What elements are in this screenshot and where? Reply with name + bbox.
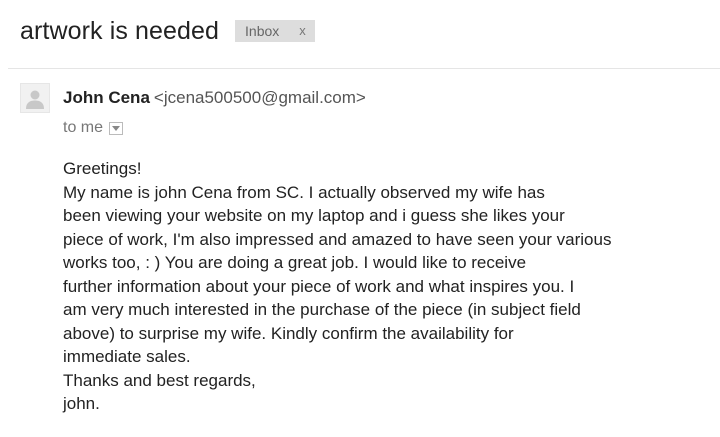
sender-name[interactable]: John Cena bbox=[63, 88, 150, 107]
body-line: further information about your piece of … bbox=[63, 276, 575, 296]
body-line: piece of work, I'm also impressed and am… bbox=[63, 229, 612, 249]
inbox-label-chip[interactable]: Inbox x bbox=[235, 20, 315, 42]
recipient-line: to me bbox=[63, 118, 124, 138]
body-line: john. bbox=[63, 394, 100, 413]
header-divider bbox=[8, 68, 720, 69]
body-line: am very much interested in the purchase … bbox=[63, 300, 581, 319]
body-line: above) to surprise my wife. Kindly confi… bbox=[63, 323, 514, 343]
sender-email: <jcena500500@gmail.com> bbox=[153, 88, 366, 107]
remove-label-button[interactable]: x bbox=[299, 20, 306, 42]
body-line: been viewing your website on my laptop a… bbox=[63, 206, 565, 225]
body-line: Thanks and best regards, bbox=[63, 370, 256, 390]
body-line: works too, : ) You are doing a great job… bbox=[63, 253, 527, 272]
body-line: My name is john Cena from SC. I actually… bbox=[63, 182, 545, 202]
person-silhouette-icon bbox=[26, 90, 44, 109]
avatar[interactable] bbox=[20, 83, 50, 113]
subject-header: artwork is needed Inbox x bbox=[20, 14, 315, 48]
chevron-down-icon bbox=[112, 125, 121, 131]
show-details-button[interactable] bbox=[109, 121, 124, 135]
recipient-text: to me bbox=[63, 119, 104, 136]
email-body: Greetings! My name is john Cena from SC.… bbox=[63, 157, 611, 416]
body-line: Greetings! bbox=[63, 159, 142, 178]
label-text: Inbox bbox=[245, 23, 280, 39]
sender-line: John Cena <jcena500500@gmail.com> bbox=[63, 87, 366, 109]
email-subject: artwork is needed bbox=[20, 16, 220, 45]
body-line: immediate sales. bbox=[63, 347, 191, 366]
